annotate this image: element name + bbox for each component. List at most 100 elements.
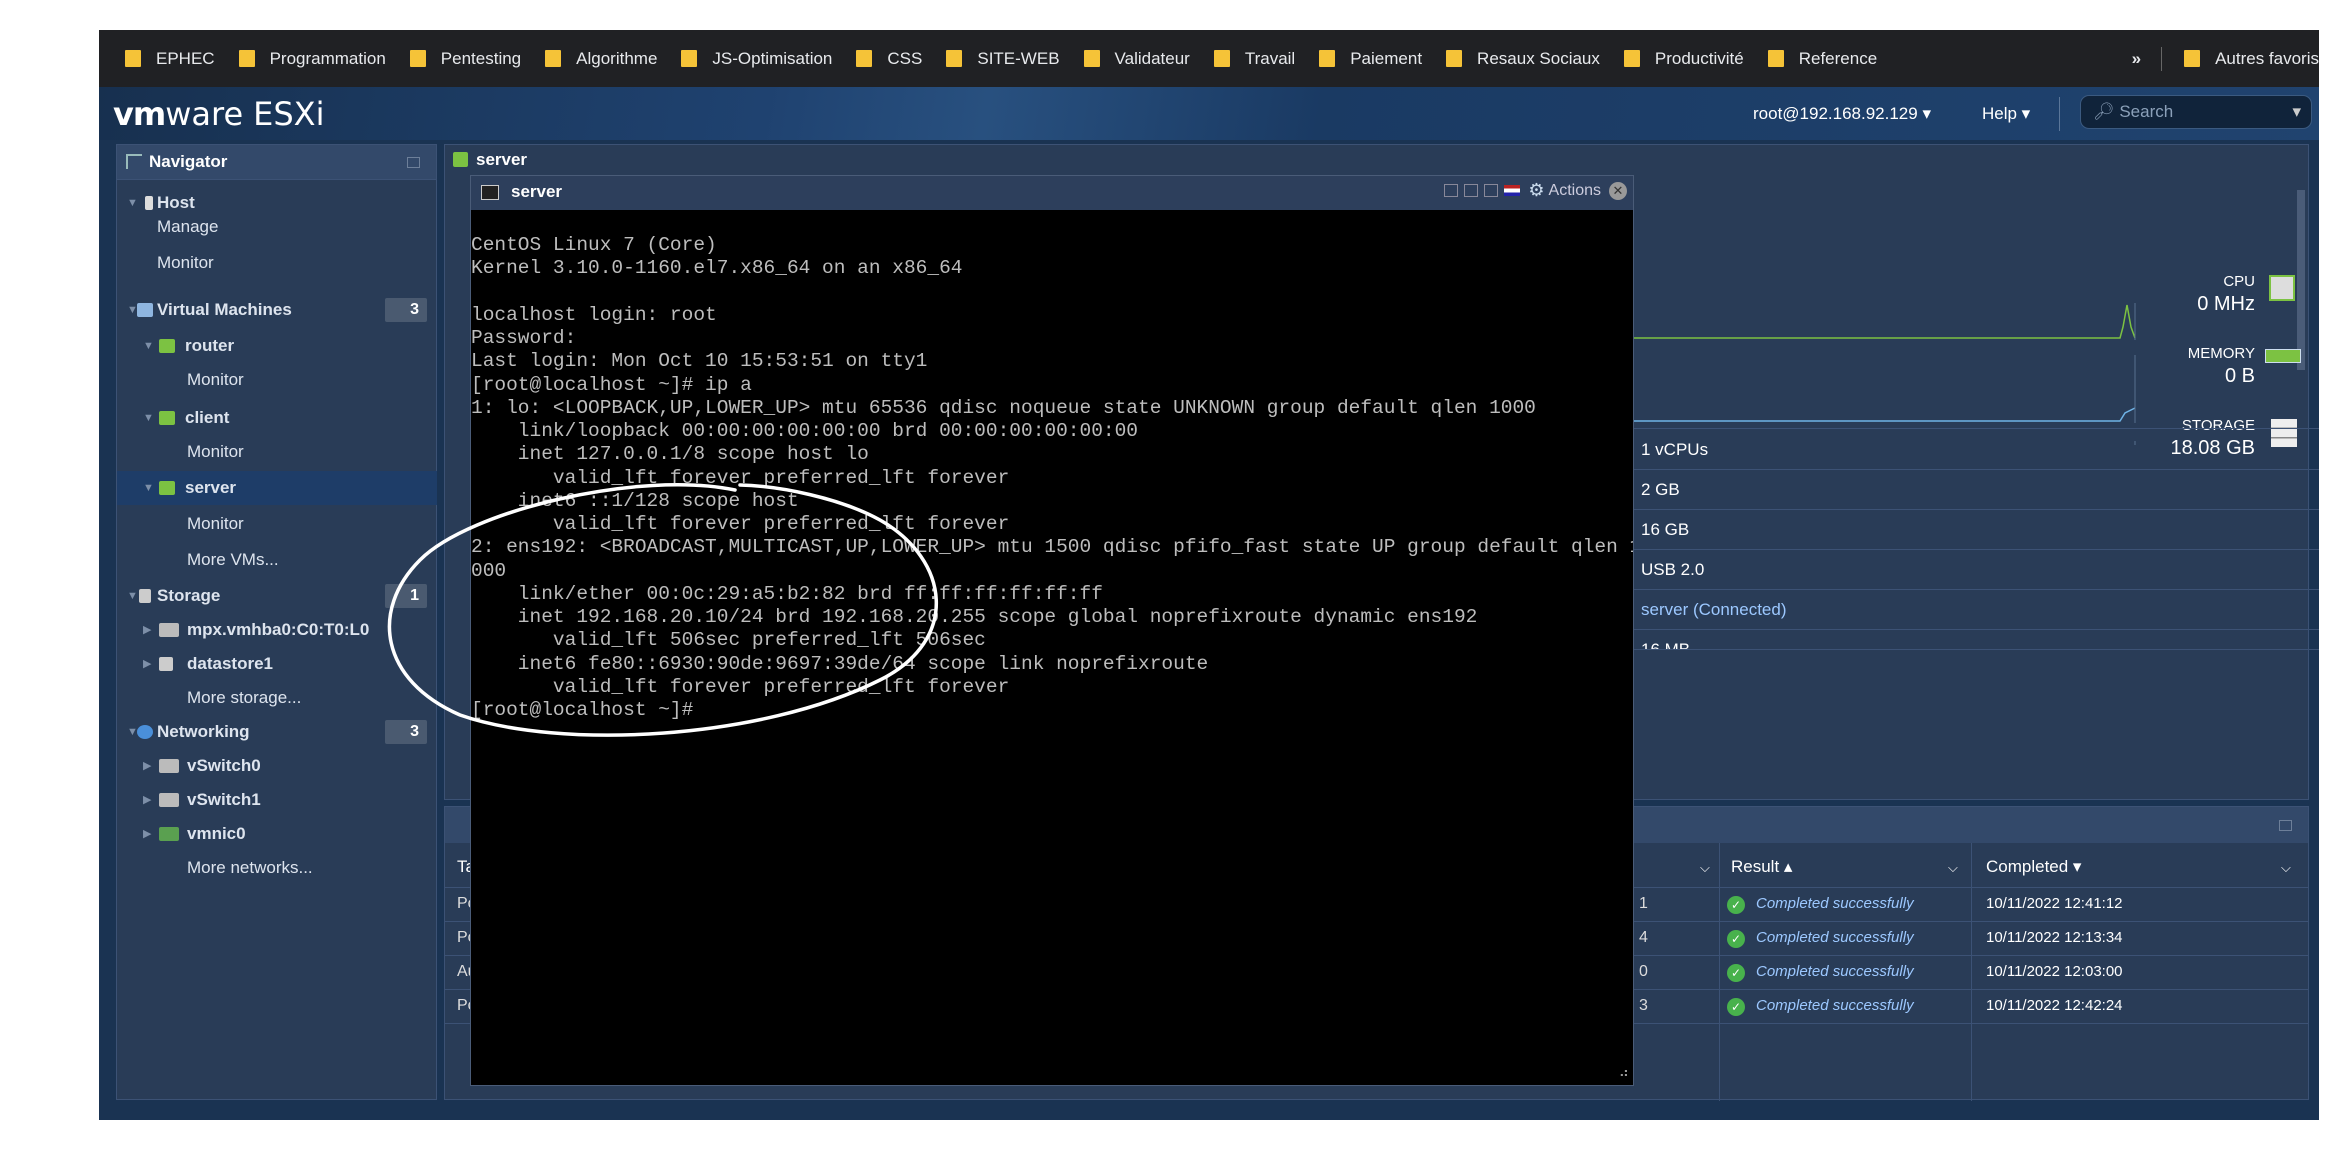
expand-icon[interactable]: ▶ <box>143 647 151 681</box>
bookmark-item[interactable]: Validateur <box>1083 49 1190 69</box>
col-result[interactable]: Result ▴ <box>1731 857 1792 877</box>
bookmark-item[interactable]: Programmation <box>238 49 386 69</box>
chevron-down-icon[interactable]: ⌵ <box>1700 860 1710 876</box>
bookmark-item[interactable]: Paiement <box>1319 49 1422 69</box>
nav-host-monitor[interactable]: Monitor <box>117 246 437 280</box>
bookmark-item[interactable]: CSS <box>856 49 922 69</box>
nav-storage-adapter[interactable]: ▶ mpx.vmhba0:C0:T0:L0 <box>117 613 437 647</box>
console-controls: ⚙ Actions ✕ <box>1444 180 1627 201</box>
collapse-icon[interactable]: ▼ <box>143 401 154 435</box>
search-input[interactable]: 🔎︎ Search ▾ <box>2080 95 2312 129</box>
storage-count-badge: 1 <box>385 584 427 608</box>
nav-vm-client[interactable]: ▼ client <box>117 401 437 435</box>
check-icon: ✓ <box>1727 964 1745 982</box>
terminal-line: inet 127.0.0.1/8 scope host lo <box>471 443 869 466</box>
bookmark-item[interactable]: Productivité <box>1623 49 1744 69</box>
nav-more-vms[interactable]: More VMs... <box>117 543 437 577</box>
browser-window: EPHEC Programmation Pentesting Algorithme JS… <box>99 30 2319 1120</box>
check-icon: ✓ <box>1727 998 1745 1016</box>
vm-console-window[interactable]: server ⚙ Actions ✕ CentOS Linux 7 (Core)… <box>470 175 1634 1086</box>
bookmarks-overflow: » Autres favoris <box>2132 30 2319 87</box>
nav-datastore1[interactable]: ▶ datastore1 <box>117 647 437 681</box>
nav-vswitch1[interactable]: ▶ vSwitch1 <box>117 783 437 817</box>
terminal-line: link/loopback 00:00:00:00:00:00 brd 00:0… <box>471 420 1139 442</box>
tree-icon <box>126 154 142 169</box>
nav-virtual-machines[interactable]: ▼ Virtual Machines 3 <box>117 293 437 327</box>
bookmark-item[interactable]: SITE-WEB <box>946 49 1060 69</box>
expand-icon[interactable]: ▶ <box>143 749 151 783</box>
minimize-icon[interactable] <box>407 157 420 168</box>
memory-icon <box>2265 349 2301 363</box>
terminal-line: valid_lft 506sec preferred_lft 506sec <box>471 629 986 652</box>
nav-router-monitor[interactable]: Monitor <box>117 363 437 397</box>
folder-icon <box>1446 50 1463 67</box>
restore-icon[interactable] <box>1444 184 1459 197</box>
bookmark-item[interactable]: JS-Optimisation <box>681 49 832 69</box>
vmware-logo: vmware ESXi <box>113 95 325 133</box>
folder-icon <box>1083 50 1100 67</box>
help-menu[interactable]: Help ▾ <box>1982 104 2030 124</box>
bookmark-item[interactable]: Reference <box>1767 49 1877 69</box>
console-titlebar[interactable]: server ⚙ Actions ✕ <box>471 176 1633 210</box>
folder-icon <box>681 50 698 67</box>
collapse-icon[interactable]: ▼ <box>143 329 154 363</box>
nav-vm-router[interactable]: ▼ router <box>117 329 437 363</box>
more-bookmarks-button[interactable]: » <box>2132 49 2141 69</box>
minimize-icon[interactable] <box>2279 820 2292 831</box>
chevron-down-icon[interactable]: ⌵ <box>2281 860 2291 876</box>
vm-group-icon <box>137 303 153 317</box>
folder-icon <box>856 50 873 67</box>
nav-vmnic0[interactable]: ▶ vmnic0 <box>117 817 437 851</box>
expand-icon[interactable]: ▶ <box>143 613 151 647</box>
folder-icon <box>125 50 141 67</box>
expand-icon[interactable]: ▶ <box>143 817 151 851</box>
nav-server-monitor[interactable]: Monitor <box>117 507 437 541</box>
col-completed[interactable]: Completed ▾ <box>1986 857 2081 877</box>
config-memory: 2 GB <box>1619 470 2319 510</box>
nic-icon <box>159 827 179 841</box>
config-disk: 16 GB <box>1619 510 2319 550</box>
terminal-line: [root@localhost ~]# <box>471 699 694 721</box>
actions-menu[interactable]: Actions <box>1549 182 1601 200</box>
collapse-icon[interactable]: ▼ <box>127 579 138 613</box>
nav-more-networks[interactable]: More networks... <box>117 851 437 885</box>
bookmark-item[interactable]: Travail <box>1213 49 1295 69</box>
memory-value: 0 B <box>2224 365 2255 387</box>
keyboard-layout-flag-icon[interactable] <box>1504 185 1521 196</box>
terminal-line: 2: ens192: <BROADCAST,MULTICAST,UP,LOWER… <box>471 536 1633 559</box>
nav-more-storage[interactable]: More storage... <box>117 681 437 715</box>
terminal-line: 000 <box>471 559 507 582</box>
window-icon[interactable] <box>1484 184 1499 197</box>
expand-icon[interactable]: ▶ <box>143 783 151 817</box>
esxi-header: vmware ESXi root@192.168.92.129 ▾ Help ▾ … <box>99 87 2319 140</box>
resize-handle-icon[interactable]: ⠴ <box>1619 1064 1629 1081</box>
bookmark-item[interactable]: Algorithme <box>545 49 657 69</box>
navigator-panel: Navigator ▼ Host Manage Monitor ▼ Virtual … <box>116 144 437 1100</box>
user-menu[interactable]: root@192.168.92.129 ▾ <box>1753 104 1931 124</box>
nav-storage[interactable]: ▼ Storage 1 <box>117 579 437 613</box>
close-icon[interactable]: ✕ <box>1609 181 1627 200</box>
memory-sparkline <box>1630 407 2136 422</box>
config-network-link[interactable]: server (Connected) <box>1619 590 2319 630</box>
nav-host-manage[interactable]: Manage <box>117 210 437 244</box>
chevron-down-icon[interactable]: ⌵ <box>1948 860 1958 876</box>
bookmark-item[interactable]: Resaux Sociaux <box>1446 49 1600 69</box>
nav-vm-server[interactable]: ▼ server <box>117 471 437 505</box>
collapse-icon[interactable]: ▼ <box>143 471 154 505</box>
hardware-config-table: 1 vCPUs 2 GB 16 GB USB 2.0 server (Conne… <box>1619 428 2319 690</box>
terminal-output[interactable]: CentOS Linux 7 (Core) Kernel 3.10.0-1160.… <box>471 234 1633 1074</box>
chevron-down-icon[interactable]: ▾ <box>2292 96 2301 128</box>
bookmark-item[interactable]: EPHEC <box>125 49 215 69</box>
network-icon <box>137 725 153 739</box>
nav-networking[interactable]: ▼ Networking 3 <box>117 715 437 749</box>
nav-vswitch0[interactable]: ▶ vSwitch0 <box>117 749 437 783</box>
switch-icon <box>159 759 179 773</box>
fullscreen-icon[interactable] <box>1464 184 1479 197</box>
nav-client-monitor[interactable]: Monitor <box>117 435 437 469</box>
gear-icon[interactable]: ⚙ <box>1528 180 1544 201</box>
folder-icon <box>1767 50 1784 67</box>
bookmark-item[interactable]: Pentesting <box>409 49 521 69</box>
other-bookmarks[interactable]: Autres favoris <box>2215 49 2319 69</box>
console-icon <box>481 185 499 200</box>
